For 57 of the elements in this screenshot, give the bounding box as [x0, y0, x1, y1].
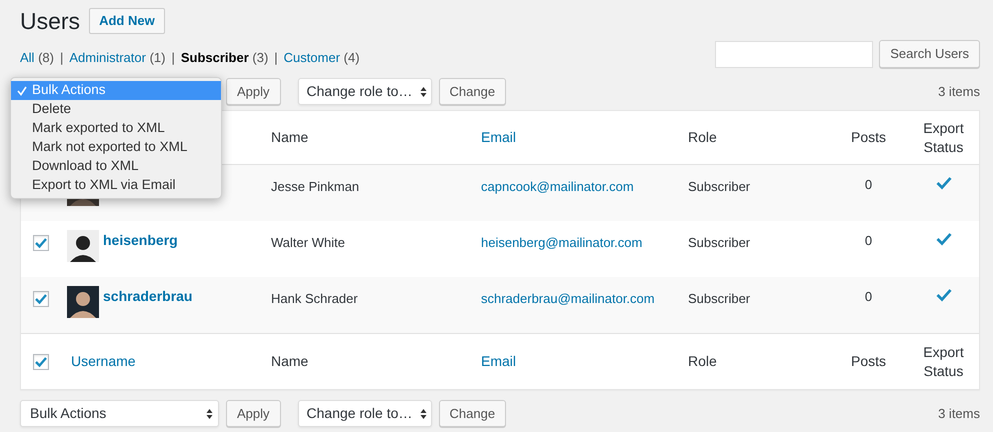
posts-count: 0: [864, 176, 872, 194]
filter-link[interactable]: All (8): [20, 48, 54, 67]
posts-count: 0: [864, 232, 872, 250]
checkbox[interactable]: [33, 291, 49, 307]
updown-icon: [206, 408, 213, 420]
filter-link[interactable]: Customer (4): [284, 48, 360, 67]
column-header: Export Status: [922, 118, 965, 156]
column-header[interactable]: Username: [71, 352, 136, 371]
menu-item[interactable]: Delete: [11, 100, 221, 119]
email-link[interactable]: schraderbrau@mailinator.com: [481, 291, 655, 306]
role-text: Subscriber: [688, 235, 750, 250]
check-icon: [16, 86, 26, 96]
separator: |: [274, 48, 278, 67]
apply-button[interactable]: Apply: [226, 78, 281, 105]
name-text: Walter White: [271, 235, 345, 250]
column-header: Export Status: [922, 342, 965, 380]
username-link[interactable]: heisenberg: [103, 230, 178, 251]
column-header: Posts: [850, 352, 886, 371]
posts-count: 0: [864, 288, 872, 306]
search-users-button[interactable]: Search Users: [879, 40, 980, 68]
change-button[interactable]: Change: [438, 400, 506, 427]
separator: |: [60, 48, 64, 67]
bulk-actions-select[interactable]: Bulk Actions: [20, 400, 219, 427]
change-role-select[interactable]: Change role to…: [298, 400, 432, 427]
item-count: 3 items: [938, 82, 980, 101]
email-link[interactable]: heisenberg@mailinator.com: [481, 235, 642, 250]
filter-link[interactable]: Subscriber (3): [180, 48, 268, 67]
name-text: Jesse Pinkman: [271, 179, 360, 194]
item-count: 3 items: [938, 404, 980, 423]
role-text: Subscriber: [688, 291, 750, 306]
column-header: Posts: [850, 128, 886, 147]
change-role-select[interactable]: Change role to…: [298, 78, 432, 105]
column-header[interactable]: Email: [481, 352, 516, 371]
filter-link[interactable]: Administrator (1): [69, 48, 166, 67]
updown-icon: [420, 408, 427, 420]
role-text: Subscriber: [688, 179, 750, 194]
username-link[interactable]: schraderbrau: [103, 286, 192, 307]
column-header: Name: [271, 128, 308, 147]
column-header: Role: [688, 128, 717, 147]
page-title: Users: [20, 7, 80, 35]
checkbox[interactable]: [33, 235, 49, 251]
separator: |: [171, 48, 175, 67]
checkbox[interactable]: [33, 354, 49, 370]
email-link[interactable]: capncook@mailinator.com: [481, 179, 634, 194]
change-button[interactable]: Change: [438, 78, 506, 105]
menu-item[interactable]: Download to XML: [11, 157, 221, 176]
column-header[interactable]: Email: [481, 128, 516, 147]
column-header: Role: [688, 352, 717, 371]
apply-button[interactable]: Apply: [226, 400, 281, 427]
column-header: Name: [271, 352, 308, 371]
name-text: Hank Schrader: [271, 291, 358, 306]
menu-item[interactable]: Mark not exported to XML: [11, 138, 221, 157]
menu-item[interactable]: Export to XML via Email: [11, 176, 221, 195]
search-field[interactable]: [715, 40, 874, 68]
updown-icon: [420, 86, 427, 98]
menu-item[interactable]: Mark exported to XML: [11, 119, 221, 138]
add-new-button[interactable]: Add New: [89, 8, 165, 34]
